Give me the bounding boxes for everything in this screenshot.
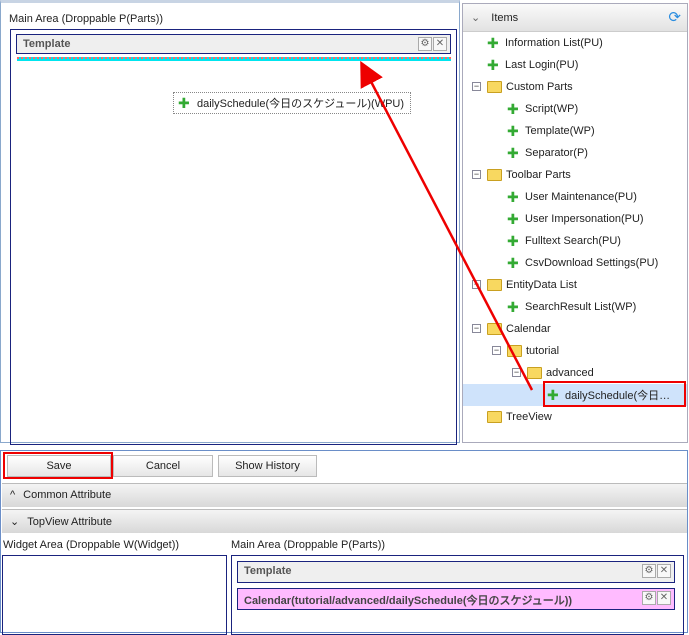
drag-arrow (360, 60, 534, 391)
arrow-line (360, 60, 534, 391)
